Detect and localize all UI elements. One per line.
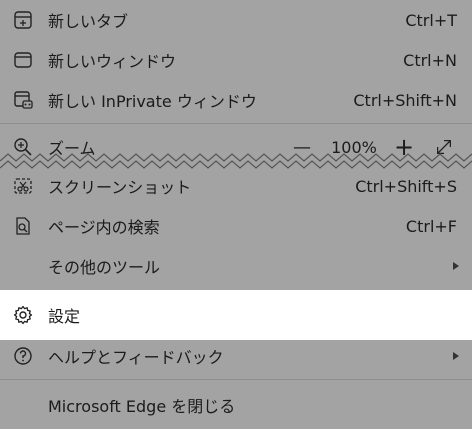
gear-icon xyxy=(12,304,34,326)
menu-item-new-window[interactable]: 新しいウィンドウ Ctrl+N xyxy=(0,40,472,80)
menu-item-help-feedback[interactable]: ヘルプとフィードバック xyxy=(0,336,472,376)
new-tab-icon xyxy=(12,9,34,31)
menu-item-new-tab[interactable]: 新しいタブ Ctrl+T xyxy=(0,0,472,40)
new-inprivate-label: 新しい InPrivate ウィンドウ xyxy=(48,92,257,111)
help-feedback-label: ヘルプとフィードバック xyxy=(48,348,224,367)
chevron-right-icon xyxy=(453,352,459,360)
screenshot-label: スクリーンショット xyxy=(48,178,192,197)
more-tools-label: その他のツール xyxy=(48,258,161,277)
chevron-right-icon xyxy=(453,262,459,270)
screenshot-icon xyxy=(12,175,34,197)
menu-item-find-on-page[interactable]: ページ内の検索 Ctrl+F xyxy=(0,206,472,246)
new-window-label: 新しいウィンドウ xyxy=(48,52,177,71)
settings-label: 設定 xyxy=(48,307,81,326)
screenshot-shortcut: Ctrl+Shift+S xyxy=(355,176,457,196)
new-window-icon xyxy=(12,49,34,71)
divider xyxy=(0,379,472,380)
find-on-page-icon xyxy=(12,215,34,237)
new-window-shortcut: Ctrl+N xyxy=(403,50,457,70)
menu-item-close-edge[interactable]: Microsoft Edge を閉じる xyxy=(0,385,472,425)
menu-item-more-tools[interactable]: その他のツール xyxy=(0,246,472,286)
help-icon xyxy=(12,345,34,367)
new-tab-shortcut: Ctrl+T xyxy=(405,10,457,30)
divider xyxy=(0,123,472,124)
menu-item-screenshot[interactable]: スクリーンショット Ctrl+Shift+S xyxy=(0,166,472,206)
find-on-page-shortcut: Ctrl+F xyxy=(405,216,457,236)
close-edge-label: Microsoft Edge を閉じる xyxy=(48,397,236,416)
new-inprivate-shortcut: Ctrl+Shift+N xyxy=(353,90,457,110)
find-on-page-label: ページ内の検索 xyxy=(48,218,160,237)
new-tab-label: 新しいタブ xyxy=(48,12,129,31)
inprivate-window-icon xyxy=(12,89,34,111)
edge-settings-menu: 新しいタブ Ctrl+T 新しいウィンドウ Ctrl+N 新しい InPriva… xyxy=(0,0,472,429)
menu-item-new-inprivate-window[interactable]: 新しい InPrivate ウィンドウ Ctrl+Shift+N xyxy=(0,80,472,120)
menu-item-settings[interactable]: 設定 xyxy=(0,290,472,340)
